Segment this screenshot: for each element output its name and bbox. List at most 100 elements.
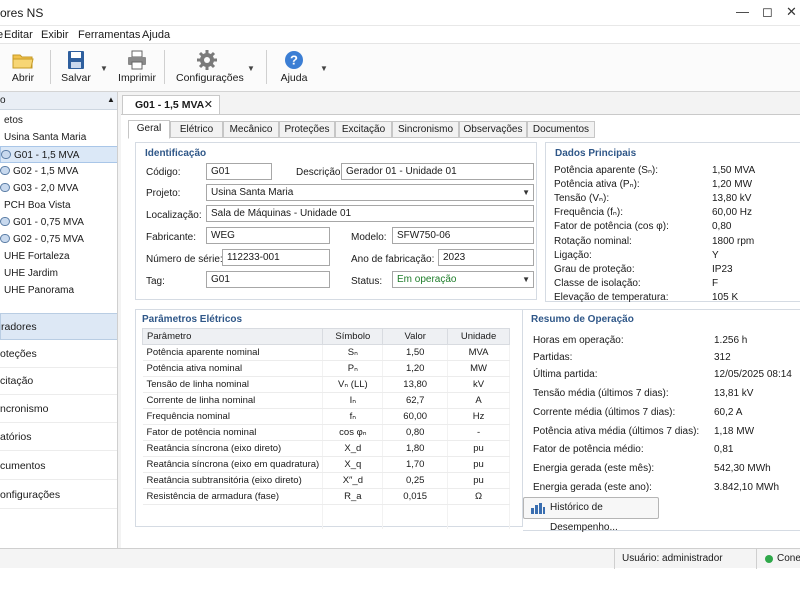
table-empty-row xyxy=(142,504,510,529)
nav-sincronismo[interactable]: ncronismo xyxy=(0,396,117,423)
tree-item-uhe-panorama[interactable]: UHE Panorama xyxy=(0,282,117,299)
resumo-label: Última partida: xyxy=(533,369,598,380)
table-row[interactable]: Reatância síncrona (eixo direto) X_d 1,80 p… xyxy=(142,440,510,457)
salvar-button[interactable]: Salvar xyxy=(60,44,92,90)
table-cell: Potência ativa nominal xyxy=(142,360,324,377)
table-cell: 1,20 xyxy=(382,360,449,377)
close-icon[interactable]: ✕ xyxy=(786,4,797,20)
table-cell: Reatância subtransitória (eixo direto) xyxy=(142,472,324,489)
menu-ajuda[interactable]: Ajuda xyxy=(142,29,170,41)
parametros-title: Parâmetros Elétricos xyxy=(142,314,243,325)
salvar-dropdown-chevron-down-icon[interactable]: ▼ xyxy=(100,64,108,73)
imprimir-button[interactable]: Imprimir xyxy=(118,44,156,90)
column-header[interactable]: Valor xyxy=(382,328,449,345)
resumo-value: 312 xyxy=(714,352,731,363)
connection-status-icon xyxy=(765,555,773,563)
nav-geradores[interactable]: radores xyxy=(0,313,117,340)
table-cell: 62,7 xyxy=(382,392,449,409)
tree-item-g01[interactable]: G01 - 1,5 MVA xyxy=(0,146,117,163)
column-header[interactable]: Unidade xyxy=(447,328,510,345)
ajuda-button[interactable]: ? Ajuda xyxy=(280,44,308,90)
localizacao-field[interactable]: Sala de Máquinas - Unidade 01 xyxy=(206,205,534,222)
close-tab-icon[interactable]: ✕ xyxy=(204,96,213,115)
table-row[interactable]: Tensão de linha nominal Vₙ (LL) 13,80 kV xyxy=(142,376,510,393)
toolbar: Abrir Salvar ▼ Imprimir Configurações ▼ … xyxy=(0,44,800,92)
tree-item-projetos[interactable]: etos xyxy=(0,112,117,129)
tab-observacoes[interactable]: Observações xyxy=(459,121,527,138)
identificacao-title: Identificação xyxy=(145,148,207,159)
menu-exibir[interactable]: Exibir xyxy=(41,29,69,41)
dados-value: 60,00 Hz xyxy=(712,207,753,219)
tree-item-pch-g01[interactable]: G01 - 0,75 MVA xyxy=(0,214,117,231)
resumo-label: Horas em operação: xyxy=(533,335,624,346)
table-row[interactable]: Corrente de linha nominal Iₙ 62,7 A xyxy=(142,392,510,409)
modelo-field[interactable]: SFW750-06 xyxy=(392,227,534,244)
table-row[interactable]: Potência aparente nominal Sₙ 1,50 MVA xyxy=(142,344,510,361)
nav-documentos[interactable]: cumentos xyxy=(0,453,117,480)
table-cell: Iₙ xyxy=(322,392,384,409)
tree-item-uhe-jardim[interactable]: UHE Jardim xyxy=(0,265,117,282)
generator-icon xyxy=(0,183,10,192)
table-cell: 0,80 xyxy=(382,424,449,441)
document-tab[interactable]: G01 - 1,5 MVA ✕ xyxy=(122,95,220,115)
table-cell: 0,015 xyxy=(382,488,449,505)
tree-item-g03[interactable]: G03 - 2,0 MVA xyxy=(0,180,117,197)
tag-field[interactable]: G01 xyxy=(206,271,330,288)
tab-mecanico[interactable]: Mecânico xyxy=(223,121,279,138)
table-row[interactable]: Resistência de armadura (fase) R_a 0,015 Ω xyxy=(142,488,510,505)
menu-arquivo[interactable]: e xyxy=(0,29,3,41)
resumo-value: 1,18 MW xyxy=(714,426,755,437)
nav-relatorios[interactable]: atórios xyxy=(0,424,117,451)
table-row[interactable]: Frequência nominal fₙ 60,00 Hz xyxy=(142,408,510,425)
gear-icon xyxy=(197,50,217,70)
column-header[interactable]: Símbolo xyxy=(322,328,384,345)
maximize-icon[interactable]: ◻ xyxy=(762,4,773,20)
collapse-chevron-up-icon[interactable]: ▲ xyxy=(107,95,115,104)
table-cell: pu xyxy=(447,456,510,473)
serie-field[interactable]: 112233-001 xyxy=(222,249,330,266)
window-title: ores NS xyxy=(0,6,44,20)
tree-item-pch-boa-vista[interactable]: PCH Boa Vista xyxy=(0,197,117,214)
ajuda-dropdown-chevron-down-icon[interactable]: ▼ xyxy=(320,64,328,73)
menu-ferramentas[interactable]: Ferramentas xyxy=(78,29,140,41)
menu-editar[interactable]: Editar xyxy=(4,29,33,41)
dados-value: 1800 rpm xyxy=(712,235,755,247)
tree-item-uhe-fortaleza[interactable]: UHE Fortaleza xyxy=(0,248,117,265)
dados-principais-panel: Dados Principais Potência aparente (Sₙ):… xyxy=(545,142,800,303)
table-cell: Reatância síncrona (eixo direto) xyxy=(142,440,324,457)
tab-eletrico[interactable]: Elétrico xyxy=(170,121,223,138)
nav-excitacao[interactable]: citação xyxy=(0,368,117,395)
tree-item-g02[interactable]: G02 - 1,5 MVA xyxy=(0,163,117,180)
projeto-select[interactable]: Usina Santa Maria ▼ xyxy=(206,184,534,201)
minimize-icon[interactable]: — xyxy=(736,4,749,19)
tab-geral[interactable]: Geral xyxy=(128,120,170,139)
abrir-button[interactable]: Abrir xyxy=(8,44,38,90)
chevron-down-icon: ▼ xyxy=(522,188,530,197)
ano-field[interactable]: 2023 xyxy=(438,249,534,266)
tab-excitacao[interactable]: Excitação xyxy=(335,121,392,138)
nav-protecoes[interactable]: oteções xyxy=(0,341,117,368)
tab-protecoes[interactable]: Proteções xyxy=(279,121,335,138)
help-icon: ? xyxy=(285,51,303,69)
tab-content: Geral Elétrico Mecânico Proteções Excita… xyxy=(121,114,800,548)
dados-value: 1,50 MVA xyxy=(712,165,756,176)
fabricante-field[interactable]: WEG xyxy=(206,227,330,244)
identificacao-panel: Identificação Código: G01 Descrição: Ger… xyxy=(135,142,537,300)
codigo-field[interactable]: G01 xyxy=(206,163,272,180)
table-row[interactable]: Fator de potência nominal cos φₙ 0,80- xyxy=(142,424,510,441)
descricao-field[interactable]: Gerador 01 - Unidade 01 xyxy=(341,163,534,180)
status-select[interactable]: Em operação ▼ xyxy=(392,271,534,288)
tab-documentos[interactable]: Documentos xyxy=(527,121,595,138)
config-dropdown-chevron-down-icon[interactable]: ▼ xyxy=(247,64,255,73)
tree-item-pch-g02[interactable]: G02 - 0,75 MVA xyxy=(0,231,117,248)
table-row[interactable]: Reatância síncrona (eixo em quadratura) X… xyxy=(142,456,510,473)
dados-value: Y xyxy=(712,249,719,261)
historico-desempenho-button[interactable]: Histórico de Desempenho... xyxy=(523,497,659,533)
table-row[interactable]: Reatância subtransitória (eixo direto) X″… xyxy=(142,472,510,489)
table-row[interactable]: Potência ativa nominal Pₙ 1,20 MW xyxy=(142,360,510,377)
tree-item-usina-santa-maria[interactable]: Usina Santa Maria xyxy=(0,129,117,146)
column-header[interactable]: Parâmetro xyxy=(141,328,324,345)
nav-configuracoes[interactable]: onfigurações xyxy=(0,482,117,509)
configuracoes-button[interactable]: Configurações xyxy=(176,44,244,90)
tab-sincronismo[interactable]: Sincronismo xyxy=(392,121,459,138)
